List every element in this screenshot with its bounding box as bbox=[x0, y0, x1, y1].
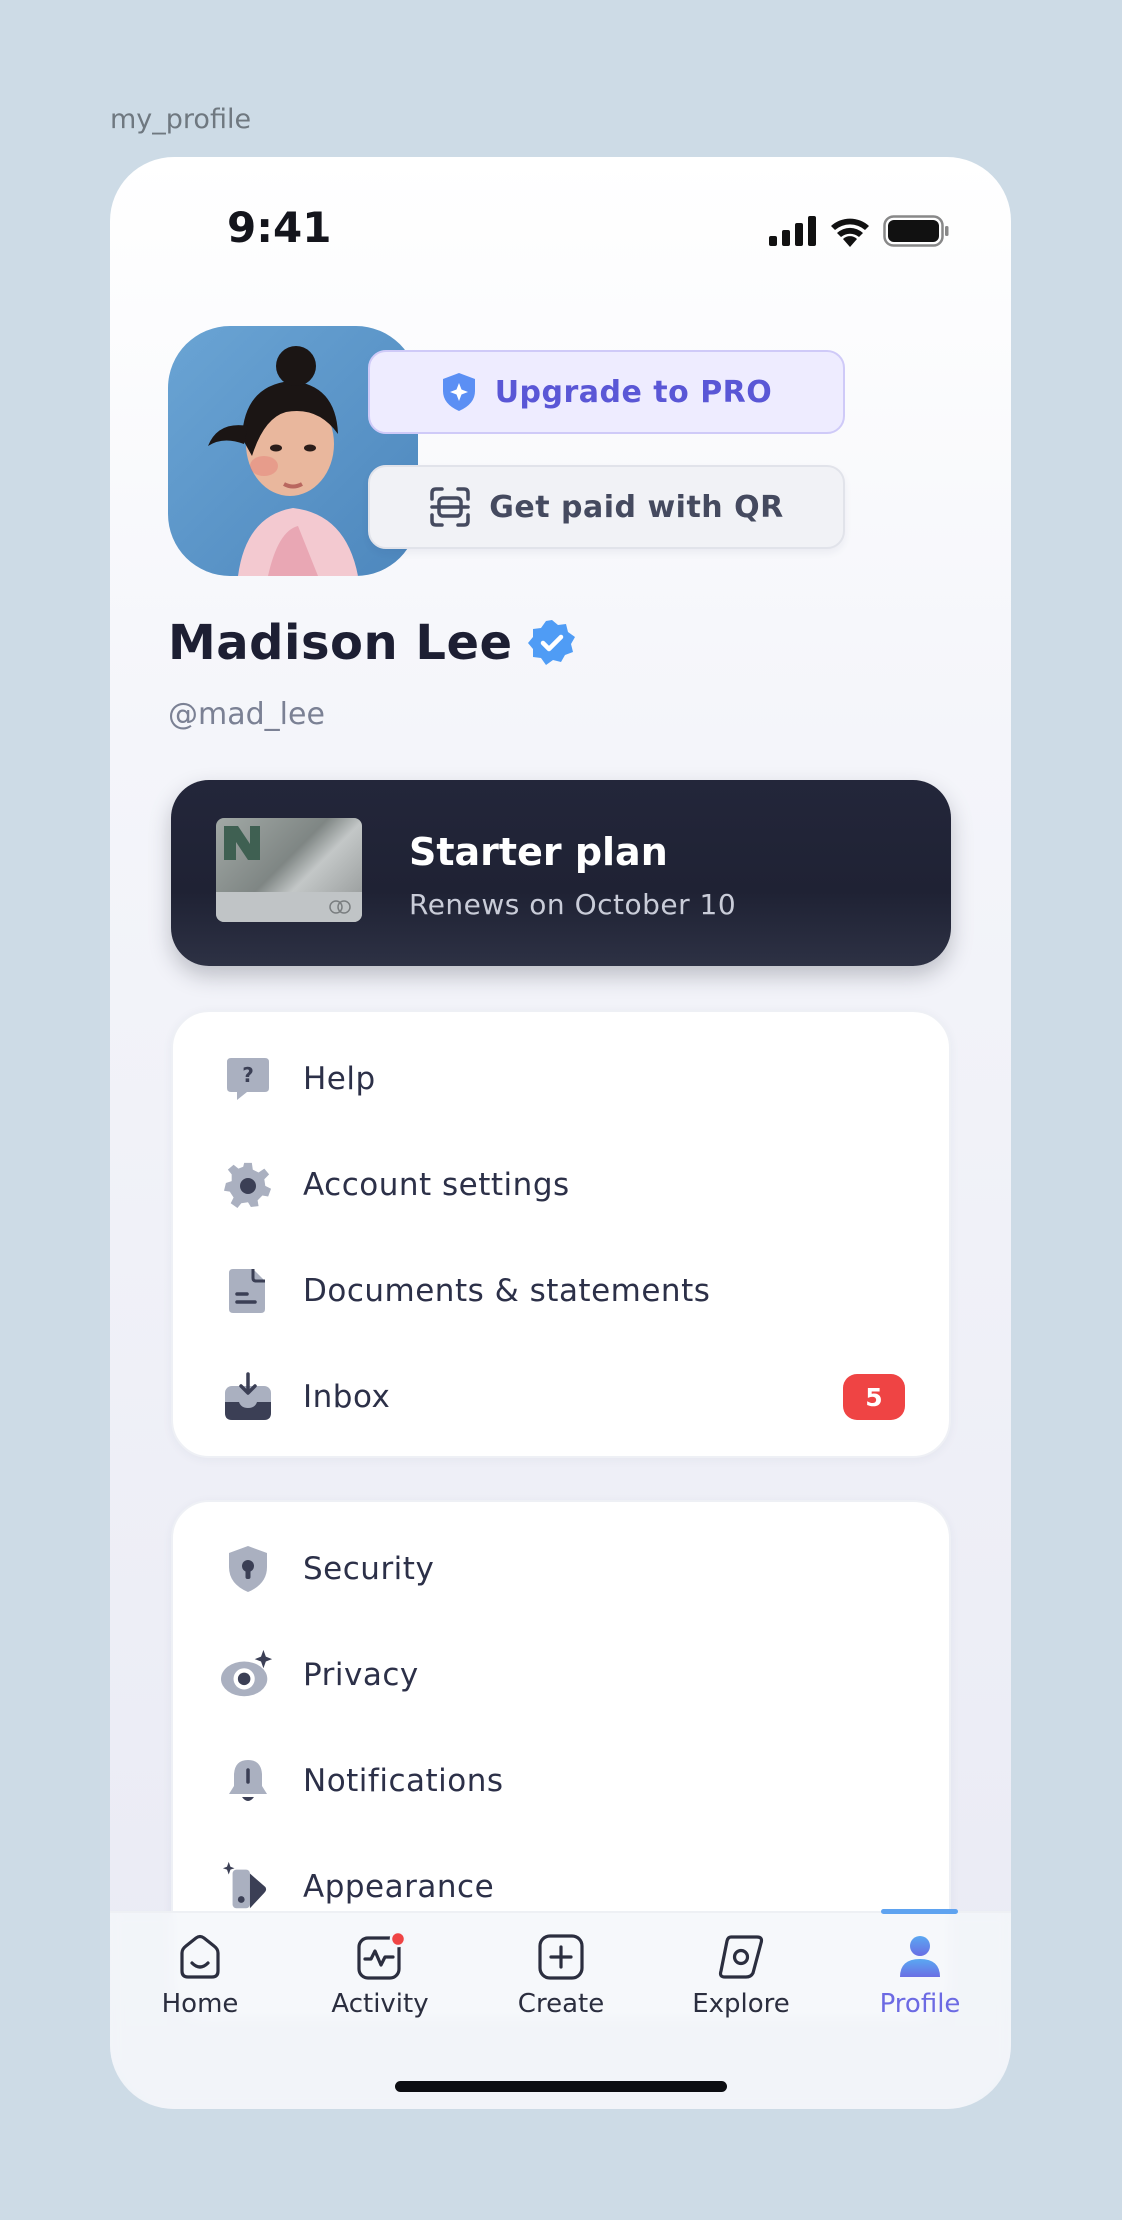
status-icons bbox=[769, 215, 949, 247]
tab-explore[interactable]: Explore bbox=[651, 1913, 831, 2033]
menu-label: Appearance bbox=[303, 1869, 495, 1905]
tab-label: Explore bbox=[692, 1989, 790, 2019]
menu-primary: ? Help Account settings Documents & stat… bbox=[171, 1010, 951, 1458]
menu-item-security[interactable]: Security bbox=[173, 1529, 949, 1609]
status-time: 9:41 bbox=[227, 203, 332, 252]
credit-card-image bbox=[216, 818, 362, 922]
get-paid-qr-button[interactable]: Get paid with QR bbox=[368, 465, 845, 549]
activity-icon bbox=[357, 1931, 406, 1980]
menu-item-documents[interactable]: Documents & statements bbox=[173, 1251, 949, 1331]
shield-lock-icon bbox=[221, 1542, 275, 1596]
inbox-count-badge: 5 bbox=[843, 1374, 905, 1420]
menu-label: Notifications bbox=[303, 1763, 504, 1799]
profile-name-text: Madison Lee bbox=[168, 615, 513, 671]
upgrade-pro-button[interactable]: Upgrade to PRO bbox=[368, 350, 845, 434]
wifi-icon bbox=[831, 218, 869, 247]
get-paid-qr-label: Get paid with QR bbox=[489, 489, 784, 525]
compass-icon bbox=[718, 1935, 764, 1979]
document-icon bbox=[221, 1264, 275, 1318]
menu-item-notifications[interactable]: Notifications bbox=[173, 1741, 949, 1821]
gear-icon bbox=[221, 1158, 275, 1212]
menu-label: Account settings bbox=[303, 1167, 570, 1203]
menu-label: Privacy bbox=[303, 1657, 419, 1693]
plan-title: Starter plan bbox=[409, 830, 668, 874]
frame-label: my_profile bbox=[110, 104, 252, 135]
menu-item-account-settings[interactable]: Account settings bbox=[173, 1145, 949, 1225]
menu-item-privacy[interactable]: Privacy bbox=[173, 1635, 949, 1715]
upgrade-pro-label: Upgrade to PRO bbox=[494, 374, 773, 410]
tab-bar: Home Activity Create Explore Profile bbox=[110, 1909, 1011, 2109]
qr-scan-icon bbox=[430, 487, 471, 527]
tab-label: Create bbox=[517, 1989, 605, 2019]
person-icon bbox=[900, 1936, 940, 1977]
help-icon: ? bbox=[221, 1052, 275, 1106]
svg-text:?: ? bbox=[242, 1063, 254, 1087]
menu-label: Help bbox=[303, 1061, 376, 1097]
menu-item-inbox[interactable]: Inbox 5 bbox=[173, 1357, 949, 1437]
tab-profile[interactable]: Profile bbox=[830, 1913, 1010, 2033]
shield-star-icon bbox=[442, 373, 475, 411]
menu-label: Inbox bbox=[303, 1379, 391, 1415]
tab-activity[interactable]: Activity bbox=[290, 1913, 470, 2033]
tab-label: Profile bbox=[879, 1989, 961, 2019]
inbox-icon bbox=[221, 1370, 275, 1424]
plan-renewal: Renews on October 10 bbox=[409, 888, 737, 921]
menu-item-help[interactable]: ? Help bbox=[173, 1039, 949, 1119]
tab-label: Home bbox=[161, 1989, 239, 2019]
verified-badge-icon bbox=[527, 620, 575, 665]
tab-label: Activity bbox=[331, 1989, 429, 2019]
tab-home[interactable]: Home bbox=[110, 1913, 290, 2033]
plus-square-icon bbox=[538, 1934, 584, 1980]
menu-label: Security bbox=[303, 1551, 435, 1587]
battery-icon bbox=[883, 215, 949, 247]
bell-icon bbox=[221, 1754, 275, 1808]
home-icon bbox=[180, 1934, 220, 1979]
signal-icon bbox=[769, 216, 816, 246]
eye-icon bbox=[221, 1648, 275, 1702]
phone-screen: 9:41 Upgrade to PRO Get paid with QR Mad… bbox=[110, 157, 1011, 2109]
menu-label: Documents & statements bbox=[303, 1273, 711, 1309]
profile-handle: @mad_lee bbox=[168, 697, 325, 732]
paint-icon bbox=[221, 1860, 275, 1914]
tab-create[interactable]: Create bbox=[471, 1913, 651, 2033]
plan-card[interactable]: Starter plan Renews on October 10 bbox=[171, 780, 951, 966]
home-indicator bbox=[395, 2081, 727, 2092]
profile-name: Madison Lee bbox=[168, 615, 577, 671]
